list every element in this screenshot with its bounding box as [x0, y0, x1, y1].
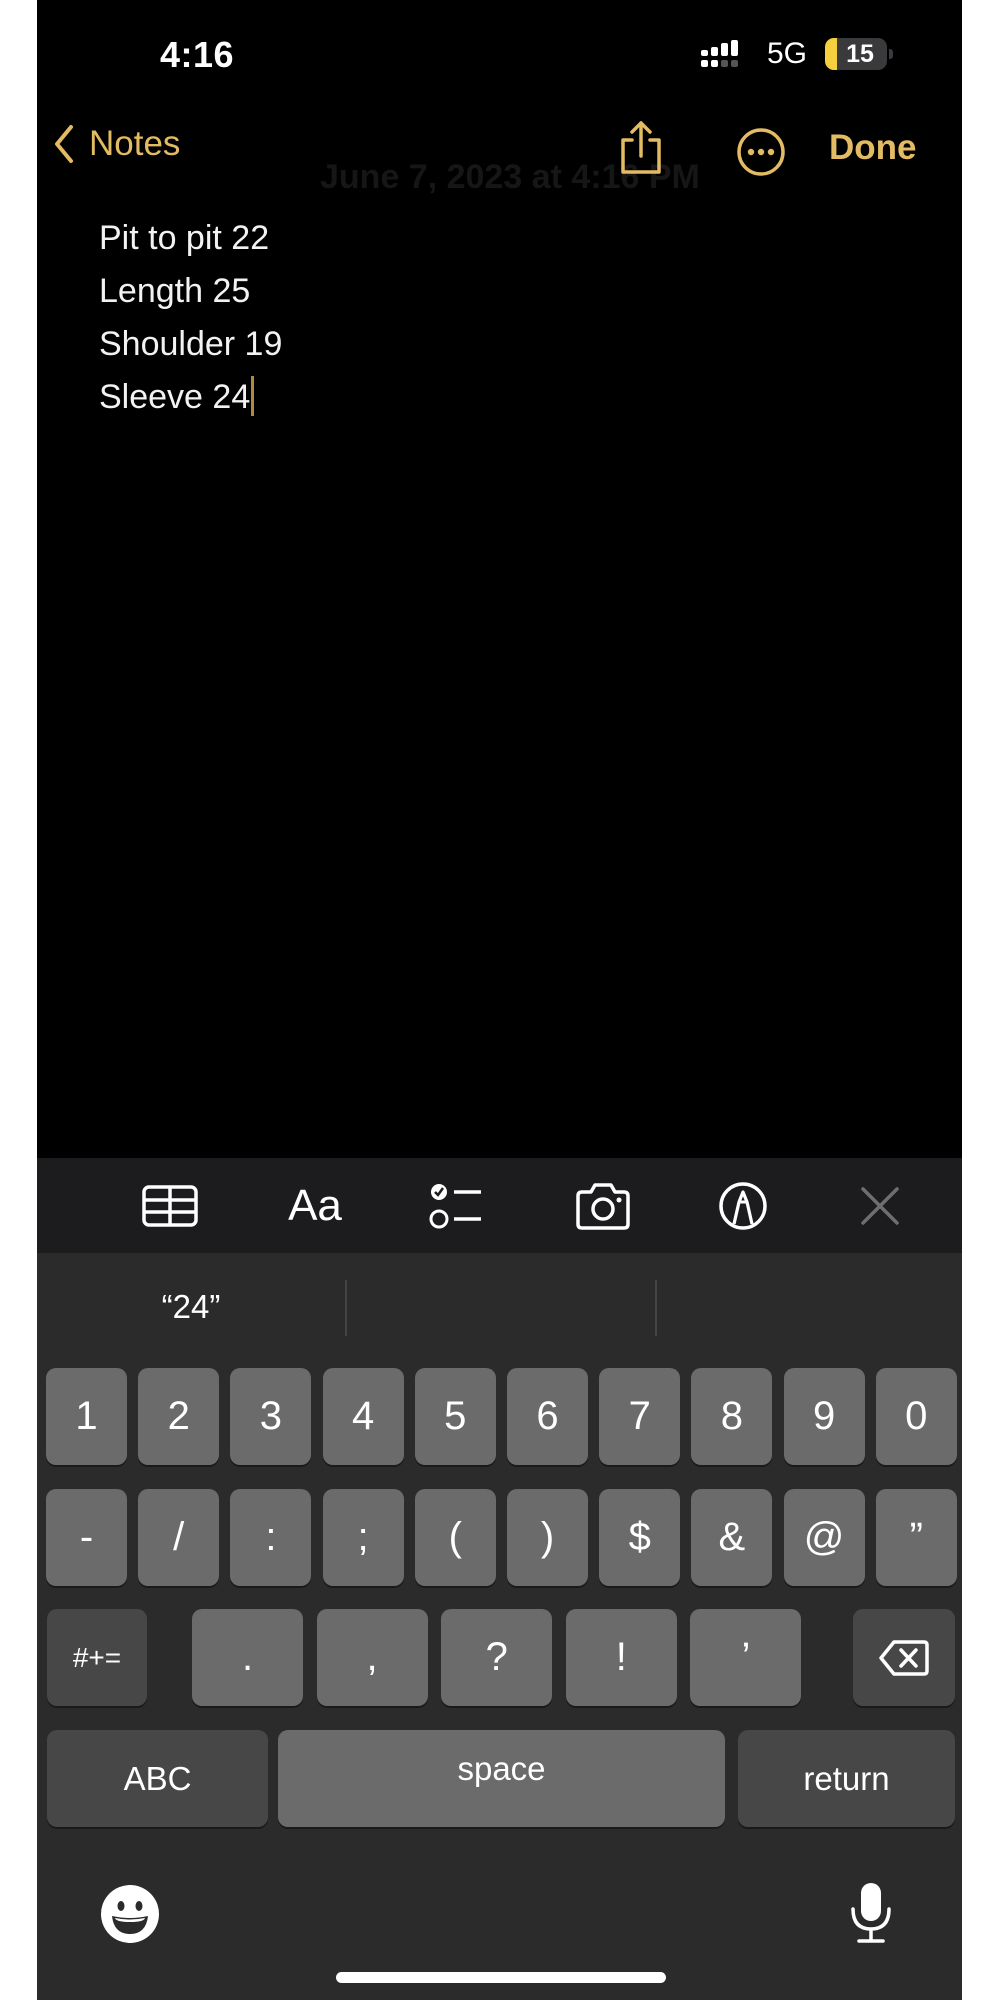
more-symbols-key[interactable]: #+= — [47, 1609, 147, 1706]
back-button[interactable]: Notes — [53, 124, 180, 164]
close-toolbar-button[interactable] — [850, 1180, 910, 1232]
note-line: Shoulder 19 — [99, 325, 283, 363]
camera-button[interactable] — [573, 1180, 633, 1232]
key[interactable]: ; — [322, 1489, 404, 1586]
key[interactable]: 8 — [691, 1368, 773, 1465]
text-cursor — [251, 376, 255, 416]
key[interactable]: : — [230, 1489, 312, 1586]
key[interactable]: . — [192, 1609, 303, 1706]
format-text-button[interactable]: Aa — [285, 1180, 345, 1232]
table-button[interactable] — [140, 1180, 200, 1232]
key[interactable]: 4 — [322, 1368, 404, 1465]
key[interactable]: & — [691, 1489, 773, 1586]
note-line: Sleeve 24 — [99, 378, 251, 416]
key[interactable]: $ — [599, 1489, 681, 1586]
key[interactable]: ’ — [690, 1609, 802, 1706]
key[interactable]: ) — [507, 1489, 588, 1586]
ellipsis-circle-icon[interactable] — [736, 127, 786, 177]
formatting-toolbar: Aa — [37, 1158, 962, 1253]
suggestion-bar: “24” — [37, 1253, 962, 1360]
key[interactable]: ! — [565, 1609, 677, 1706]
key[interactable]: 6 — [507, 1368, 588, 1465]
home-indicator[interactable] — [336, 1972, 666, 1983]
note-line: Length 25 — [99, 272, 251, 310]
battery-percent: 15 — [846, 40, 874, 68]
network-type: 5G — [767, 37, 808, 70]
keyboard: “24” 1234567890 - /:;() $ & @” #+= .,?!’ ABC… — [37, 1253, 962, 2000]
note-body[interactable]: Pit to pit 22 Length 25 Shoulder 19 Slee… — [99, 212, 282, 424]
done-button[interactable]: Done — [829, 128, 917, 168]
abc-key[interactable]: ABC — [47, 1730, 268, 1827]
chevron-left-icon — [55, 125, 73, 163]
key[interactable]: ( — [414, 1489, 496, 1586]
key[interactable]: 0 — [875, 1368, 957, 1465]
suggestion-item[interactable] — [347, 1253, 655, 1360]
suggestion-item[interactable]: “24” — [37, 1253, 345, 1360]
return-key[interactable]: return — [738, 1730, 955, 1827]
phone-screen: 4:16 5G 15 Notes June 7, 2023 at 4:16 PM… — [37, 0, 962, 2000]
delete-backspace-icon — [879, 1639, 929, 1676]
key[interactable]: - — [46, 1489, 127, 1586]
key[interactable]: ” — [875, 1489, 957, 1586]
key[interactable]: , — [316, 1609, 428, 1706]
key[interactable]: 2 — [138, 1368, 220, 1465]
close-icon — [861, 1187, 899, 1225]
format-text-icon: Aa — [288, 1181, 342, 1230]
key[interactable]: 5 — [414, 1368, 496, 1465]
table-icon — [142, 1185, 198, 1227]
battery-nub — [889, 49, 893, 59]
battery-icon: 15 — [825, 38, 887, 70]
space-key[interactable]: space — [278, 1730, 725, 1827]
emoji-icon[interactable] — [100, 1884, 160, 1944]
suggestion-item[interactable] — [657, 1253, 962, 1360]
camera-icon — [576, 1183, 630, 1230]
dual-signal-bars-icon — [701, 40, 738, 67]
checklist-button[interactable] — [427, 1180, 487, 1232]
back-label: Notes — [89, 124, 181, 163]
checklist-icon — [429, 1184, 481, 1229]
key[interactable]: ? — [441, 1609, 553, 1706]
key[interactable]: @ — [783, 1489, 865, 1586]
key[interactable]: 3 — [230, 1368, 312, 1465]
markup-button[interactable] — [713, 1180, 773, 1232]
markup-icon — [719, 1182, 767, 1230]
key[interactable]: / — [138, 1489, 220, 1586]
delete-key[interactable] — [853, 1609, 955, 1706]
key[interactable]: 1 — [46, 1368, 127, 1465]
key[interactable]: 9 — [783, 1368, 865, 1465]
share-icon[interactable] — [617, 120, 665, 176]
status-time: 4:16 — [160, 34, 235, 75]
microphone-icon[interactable] — [848, 1881, 894, 1945]
key[interactable]: 7 — [599, 1368, 681, 1465]
note-line: Pit to pit 22 — [99, 219, 270, 257]
